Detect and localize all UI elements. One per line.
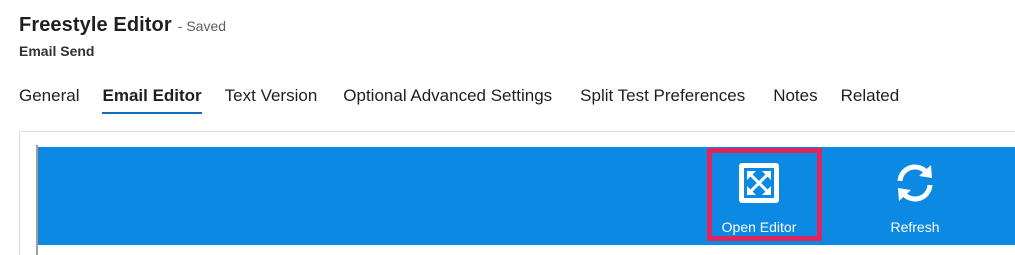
tab-bar: General Email Editor Text Version Option… <box>19 86 922 114</box>
tab-notes[interactable]: Notes <box>773 86 817 114</box>
record-type: Email Send <box>19 43 95 59</box>
page-header: Freestyle Editor - Saved Email Send <box>19 14 226 59</box>
tab-optional-advanced-settings[interactable]: Optional Advanced Settings <box>343 86 552 114</box>
tab-email-editor[interactable]: Email Editor <box>102 86 202 114</box>
refresh-label: Refresh <box>890 219 940 235</box>
open-editor-button[interactable]: Open Editor <box>704 147 814 245</box>
refresh-button[interactable]: Refresh <box>860 147 970 245</box>
tab-split-test-preferences[interactable]: Split Test Preferences <box>580 86 745 114</box>
refresh-icon <box>897 164 933 202</box>
title-row: Freestyle Editor - Saved <box>19 14 226 37</box>
tab-text-version[interactable]: Text Version <box>225 86 318 114</box>
tab-related[interactable]: Related <box>841 86 900 114</box>
open-editor-label: Open Editor <box>721 219 797 235</box>
tab-general[interactable]: General <box>19 86 79 114</box>
page-title: Freestyle Editor <box>19 14 172 36</box>
page: Freestyle Editor - Saved Email Send Gene… <box>0 0 1015 255</box>
email-editor-panel: Open Editor Refresh <box>19 131 1015 255</box>
expand-icon <box>739 163 779 203</box>
editor-toolbar: Open Editor Refresh <box>38 147 1015 245</box>
editor-frame: Open Editor Refresh <box>36 145 1015 255</box>
save-status: - Saved <box>177 18 227 34</box>
